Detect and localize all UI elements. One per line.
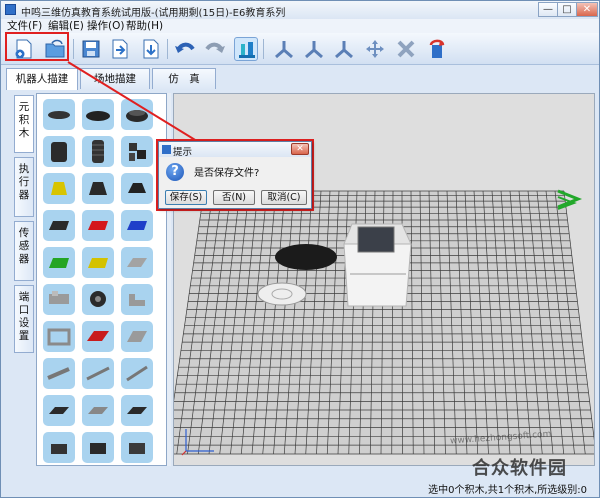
block-item[interactable] bbox=[121, 284, 153, 315]
app-logo-icon bbox=[5, 4, 16, 15]
block-item[interactable] bbox=[121, 210, 153, 241]
block-item[interactable] bbox=[43, 99, 75, 130]
side-tabs: 元积木 执行器 传感器 端口设置 bbox=[14, 95, 34, 465]
block-item[interactable] bbox=[82, 99, 114, 130]
block-item[interactable] bbox=[43, 432, 75, 463]
title-bar: 中鸣三维仿真教育系统试用版-(试用期剩(15日)-E6教育系列 — □ ✕ bbox=[1, 1, 599, 19]
block-item[interactable] bbox=[43, 247, 75, 278]
block-item[interactable] bbox=[82, 210, 114, 241]
block-item[interactable] bbox=[82, 395, 114, 426]
cancel-button[interactable]: 取消(C) bbox=[261, 190, 307, 205]
robot-build-icon[interactable] bbox=[234, 37, 258, 61]
highlight-box bbox=[5, 32, 69, 61]
tab-field-build[interactable]: 场地描建 bbox=[80, 68, 150, 89]
block-item[interactable] bbox=[82, 432, 114, 463]
side-tab-sensors[interactable]: 传感器 bbox=[14, 221, 34, 281]
save-prompt-dialog: 提示 ✕ ? 是否保存文件? 保存(S) 否(N) 取消(C) bbox=[158, 141, 312, 209]
block-item[interactable] bbox=[43, 358, 75, 389]
tab-robot-build[interactable]: 机器人描建 bbox=[6, 68, 78, 90]
exit-icon[interactable] bbox=[425, 37, 449, 61]
dialog-app-icon bbox=[162, 145, 171, 154]
block-item[interactable] bbox=[121, 432, 153, 463]
tab-simulation[interactable]: 仿 真 bbox=[152, 68, 216, 89]
block-item[interactable] bbox=[82, 136, 114, 167]
block-item[interactable] bbox=[43, 173, 75, 204]
undo-icon[interactable] bbox=[173, 37, 197, 61]
block-item[interactable] bbox=[43, 210, 75, 241]
wheel-model bbox=[275, 244, 337, 270]
move-icon[interactable] bbox=[363, 37, 387, 61]
close-window-button[interactable]: ✕ bbox=[576, 2, 598, 17]
rotate-x-icon[interactable] bbox=[272, 37, 296, 61]
block-item[interactable] bbox=[82, 173, 114, 204]
minimize-button[interactable]: — bbox=[538, 2, 558, 17]
maximize-button[interactable]: □ bbox=[557, 2, 577, 17]
status-text: 选中0个积木,共1个积木,所选级别:0 bbox=[428, 485, 587, 496]
dialog-close-button[interactable]: ✕ bbox=[291, 143, 309, 155]
save-button[interactable]: 保存(S) bbox=[165, 190, 207, 205]
block-item[interactable] bbox=[121, 358, 153, 389]
block-item[interactable] bbox=[121, 321, 153, 352]
dialog-message: 是否保存文件? bbox=[194, 168, 260, 179]
dialog-title: 提示 bbox=[173, 147, 193, 158]
menu-bar: 文件(F) 编辑(E) 操作(O) 帮助(H) bbox=[1, 19, 599, 33]
side-tab-port-settings[interactable]: 端口设置 bbox=[14, 285, 34, 353]
toolbar bbox=[1, 33, 599, 65]
redo-icon[interactable] bbox=[203, 37, 227, 61]
menu-edit[interactable]: 编辑(E) bbox=[48, 19, 84, 33]
block-item[interactable] bbox=[82, 358, 114, 389]
block-item[interactable] bbox=[43, 136, 75, 167]
block-item[interactable] bbox=[121, 395, 153, 426]
block-item[interactable] bbox=[121, 99, 153, 130]
side-tab-actuators[interactable]: 执行器 bbox=[14, 157, 34, 217]
app-window: 中鸣三维仿真教育系统试用版-(试用期剩(15日)-E6教育系列 — □ ✕ 文件… bbox=[0, 0, 600, 498]
block-item[interactable] bbox=[121, 247, 153, 278]
save-icon[interactable] bbox=[79, 37, 103, 61]
save-as-icon[interactable] bbox=[108, 37, 132, 61]
block-palette bbox=[36, 93, 167, 466]
menu-file[interactable]: 文件(F) bbox=[7, 19, 42, 33]
question-icon: ? bbox=[166, 163, 184, 181]
delete-icon[interactable] bbox=[394, 37, 418, 61]
side-tab-blocks[interactable]: 元积木 bbox=[14, 95, 34, 153]
gear-model bbox=[257, 282, 307, 306]
window-title: 中鸣三维仿真教育系统试用版-(试用期剩(15日)-E6教育系列 bbox=[21, 8, 286, 19]
main-tabs: 机器人描建 场地描建 仿 真 bbox=[1, 66, 599, 90]
no-button[interactable]: 否(N) bbox=[213, 190, 255, 205]
watermark-logo: 合众软件园 bbox=[472, 458, 567, 479]
menu-help[interactable]: 帮助(H) bbox=[126, 19, 163, 33]
block-item[interactable] bbox=[121, 136, 153, 167]
rotate-y-icon[interactable] bbox=[302, 37, 326, 61]
block-item[interactable] bbox=[121, 173, 153, 204]
status-bar: 选中0个积木,共1个积木,所选级别:0 bbox=[1, 477, 599, 497]
rotate-z-icon[interactable] bbox=[332, 37, 356, 61]
dialog-title-bar: 提示 ✕ bbox=[159, 142, 311, 158]
block-item[interactable] bbox=[82, 321, 114, 352]
menu-operate[interactable]: 操作(O) bbox=[87, 19, 124, 33]
export-icon[interactable] bbox=[139, 37, 163, 61]
controller-screen bbox=[357, 226, 395, 253]
block-item[interactable] bbox=[43, 321, 75, 352]
block-item[interactable] bbox=[43, 284, 75, 315]
block-item[interactable] bbox=[43, 395, 75, 426]
block-item[interactable] bbox=[82, 284, 114, 315]
block-item[interactable] bbox=[82, 247, 114, 278]
